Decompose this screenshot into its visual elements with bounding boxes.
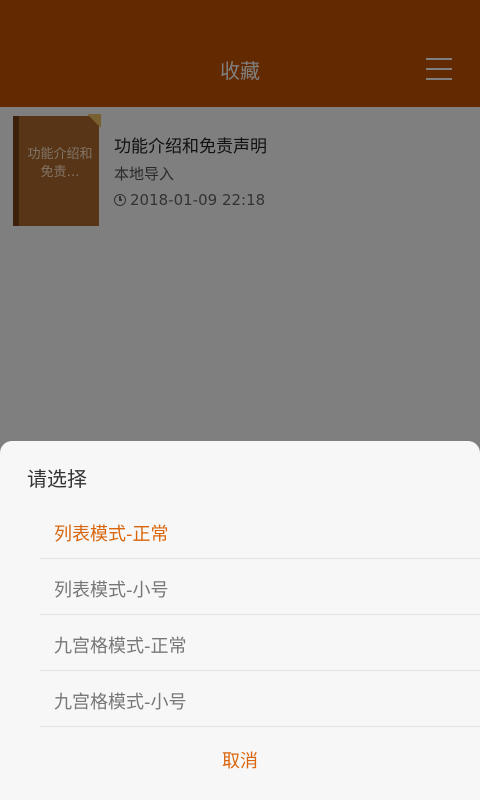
option-grid-normal[interactable]: 九宫格模式-正常 xyxy=(40,615,480,671)
option-label: 九宫格模式-正常 xyxy=(54,636,187,657)
screen: 收藏 功能介绍和免责… 功能介绍和免责声明 本地导入 2018-01-09 22… xyxy=(0,0,480,800)
option-list-small[interactable]: 列表模式-小号 xyxy=(40,559,480,615)
option-label: 九宫格模式-小号 xyxy=(54,692,187,713)
view-mode-dialog: 请选择 列表模式-正常 列表模式-小号 九宫格模式-正常 九宫格模式-小号 取消 xyxy=(0,441,480,800)
cancel-button[interactable]: 取消 xyxy=(0,737,480,787)
option-label: 列表模式-小号 xyxy=(54,580,169,601)
dialog-title: 请选择 xyxy=(27,467,87,491)
option-list-normal[interactable]: 列表模式-正常 xyxy=(40,503,480,559)
option-label: 列表模式-正常 xyxy=(54,524,169,545)
option-grid-small[interactable]: 九宫格模式-小号 xyxy=(40,671,480,727)
